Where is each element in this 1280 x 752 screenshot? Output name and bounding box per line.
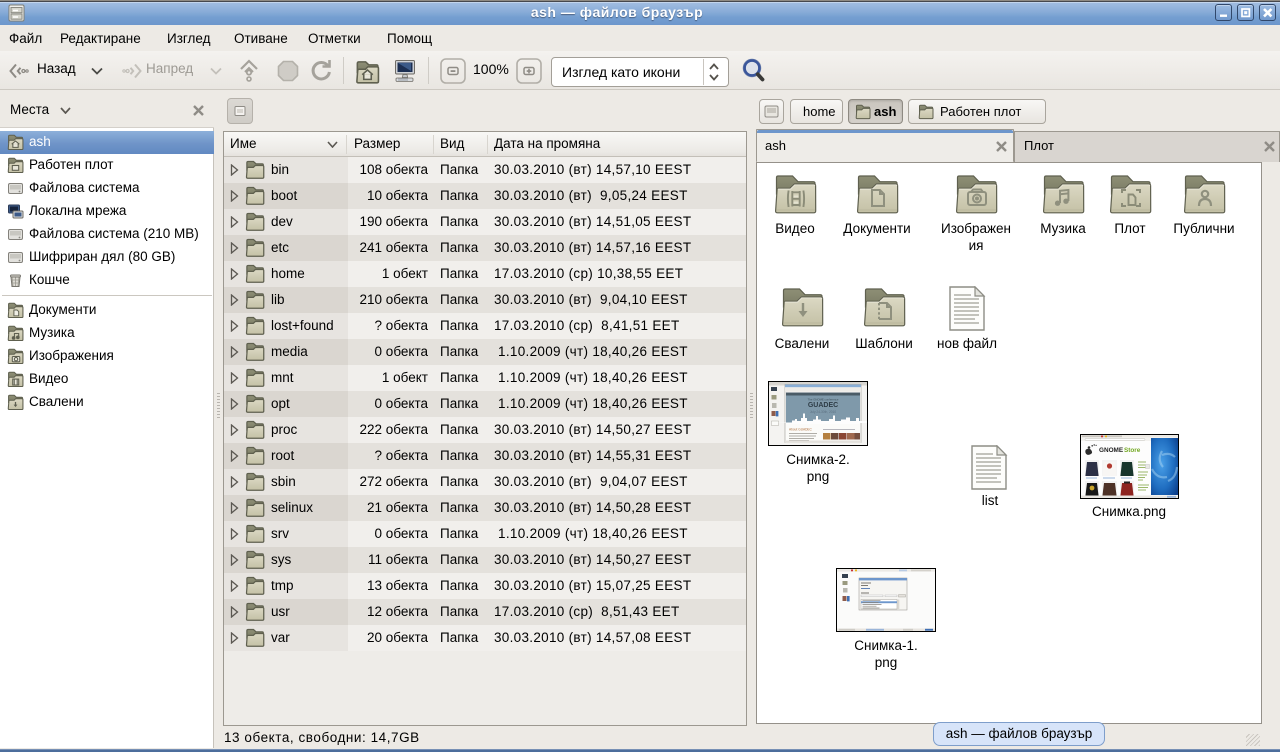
svg-text:Store: Store — [1124, 447, 1141, 454]
svg-text:About GUADEC: About GUADEC — [789, 428, 813, 432]
svg-text:July 24-30th, 2010: July 24-30th, 2010 — [810, 410, 836, 414]
svg-text:The GNOME conference: The GNOME conference — [808, 398, 839, 402]
svg-text:GUADEC: GUADEC — [808, 402, 838, 409]
svg-text:GNOME: GNOME — [1099, 447, 1124, 454]
